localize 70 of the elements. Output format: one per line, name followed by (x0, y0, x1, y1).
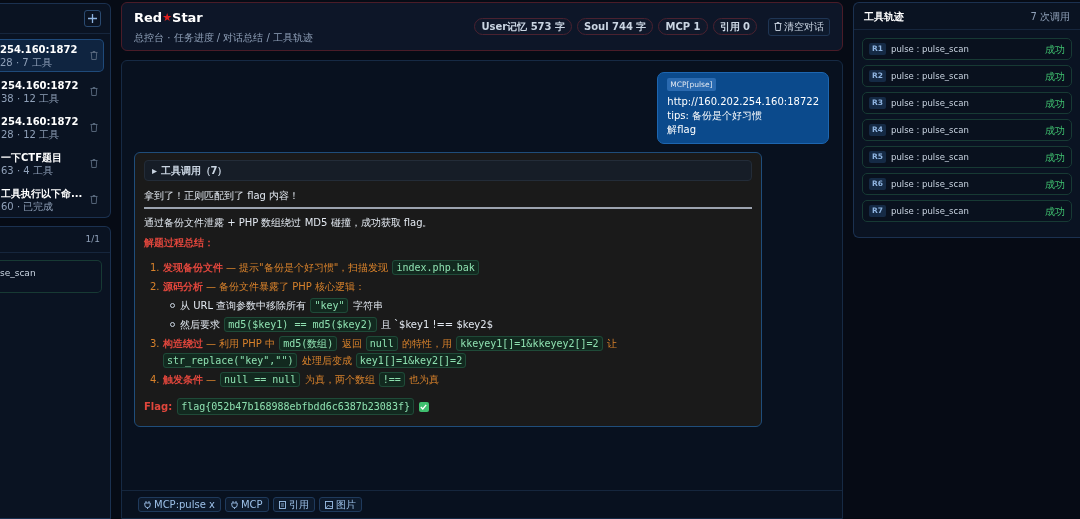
stat-chip: 引用 0 (712, 18, 757, 35)
trash-icon[interactable] (90, 87, 98, 96)
session-meta: 38 · 12 工具 (1, 92, 61, 105)
session-title: 一下CTF题目 (1, 150, 62, 164)
status-label: 成功 (1045, 204, 1065, 219)
status-label: 成功 (1045, 96, 1065, 111)
tool-name: pulse : pulse_scan (891, 177, 970, 191)
document-icon (278, 500, 286, 509)
trash-icon (774, 22, 782, 31)
tool-name: pulse : pulse_scan (891, 42, 970, 56)
tool-name: pulse : pulse_scan (891, 96, 970, 110)
page-counter: 1/1 (85, 232, 100, 246)
composer-chip[interactable]: MCP:pulse x (138, 497, 221, 512)
status-label: 成功 (1045, 42, 1065, 57)
session-item[interactable]: 工具执行以下命... 60 · 已完成 (0, 183, 104, 216)
brand-logo: Red★Star (134, 9, 204, 28)
breadcrumb: 总控台 · 任务进度 / 对话总结 / 工具轨迹 (134, 30, 313, 45)
trash-icon[interactable] (90, 195, 98, 204)
plug-icon (144, 500, 151, 509)
session-item[interactable]: 254.160:1872 38 · 12 工具 (0, 75, 104, 108)
call-count: 7 次调用 (1030, 9, 1070, 24)
session-item[interactable]: 一下CTF题目 63 · 4 工具 (0, 147, 104, 180)
session-meta: 63 · 4 工具 (1, 164, 54, 177)
panel-title: 工具轨迹 (864, 9, 904, 24)
tool-name: pulse : pulse_scan (891, 69, 970, 83)
trash-icon[interactable] (90, 123, 98, 132)
composer-chip[interactable]: 图片 (318, 497, 362, 512)
list-item: 从 URL 查询参数中移除所有 "key" 字符串 (180, 297, 383, 315)
trash-icon[interactable] (90, 159, 98, 168)
message-line: 解flag (667, 123, 698, 138)
status-label: 成功 (1045, 177, 1065, 192)
list-item: 4. 触发条件 — null == null 为真，两个数组 !== 也为真 (150, 371, 440, 389)
session-title: 工具执行以下命... (1, 186, 83, 200)
tool-name: pulse : pulse_scan (891, 150, 970, 164)
add-button[interactable] (84, 10, 101, 27)
reply-text: 通过备份文件泄露 + PHP 数组绕过 MD5 碰撞，成功获取 flag。 (144, 216, 434, 231)
tool-item[interactable]: se_scan (0, 260, 102, 293)
composer-chip[interactable]: 引用 (272, 497, 315, 512)
stat-chip: Soul 744 字 (577, 18, 654, 35)
status-label: 成功 (1045, 69, 1065, 84)
composer-chip[interactable]: MCP (224, 497, 269, 512)
reply-text: 拿到了！正则匹配到了 flag 内容！ (144, 189, 301, 204)
flag-value: flag{052b47b168988ebfbdd6c6387b23083f} (177, 398, 414, 416)
session-meta: 60 · 已完成 (1, 200, 55, 213)
image-icon (324, 500, 333, 509)
session-title: 254.160:1872 (0, 42, 78, 56)
list-item: 然后要求 md5($key1) == md5($key2) 且 `$key1 !== $key2$ (180, 316, 493, 334)
stat-chip: User记忆 573 字 (474, 18, 572, 35)
plug-icon (230, 500, 238, 509)
status-label: 成功 (1045, 123, 1065, 138)
session-title: 254.160:1872 (1, 114, 79, 128)
flag-label: Flag: (144, 400, 173, 415)
message-line: tips: 备份是个好习惯 (667, 109, 764, 124)
clear-chat-button[interactable]: 清空对话 (768, 17, 830, 36)
session-item[interactable]: 254.160:1872 28 · 12 工具 (0, 111, 104, 144)
session-title: 254.160:1872 (1, 78, 79, 92)
status-label: 成功 (1045, 150, 1065, 165)
tool-name: pulse : pulse_scan (891, 204, 970, 218)
trash-icon[interactable] (90, 51, 98, 60)
section-heading: 解题过程总结： (144, 236, 215, 251)
message-line: http://160.202.254.160:18722 (667, 95, 819, 110)
plus-icon (88, 14, 97, 23)
list-item: 1. 发现备份文件 — 提示"备份是个好习惯"，扫描发现 index.php.bak (150, 259, 752, 277)
session-meta: 28 · 12 工具 (1, 128, 61, 141)
list-item: 2. 源码分析 — 备份文件暴露了 PHP 核心逻辑： (150, 280, 367, 295)
tool-calls-toggle[interactable]: ▸ 工具调用（7） (144, 160, 752, 182)
tool-name: pulse : pulse_scan (891, 123, 970, 137)
session-meta: 28 · 7 工具 (0, 56, 53, 69)
stat-chip: MCP 1 (658, 18, 708, 35)
session-item[interactable]: 254.160:1872 28 · 7 工具 (0, 39, 104, 72)
